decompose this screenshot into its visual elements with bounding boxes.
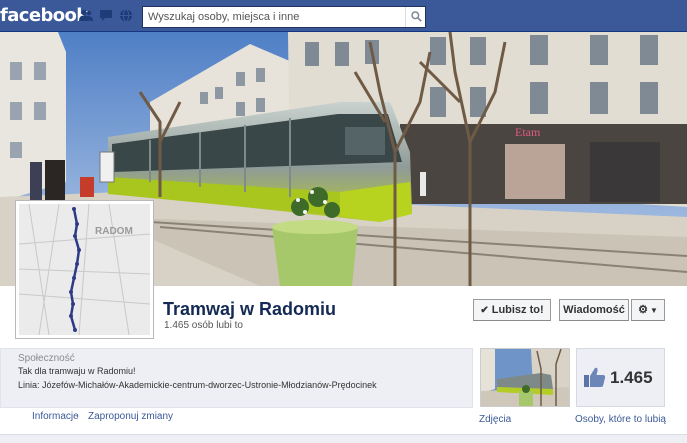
thumbs-up-icon — [584, 367, 606, 387]
messages-icon[interactable] — [99, 9, 113, 22]
search-input[interactable] — [143, 7, 403, 27]
chevron-down-icon: ▼ — [649, 306, 658, 315]
notifications-icon[interactable] — [119, 9, 133, 22]
page-title[interactable]: Tramwaj w Radomiu — [163, 299, 336, 320]
search-button[interactable] — [405, 7, 425, 27]
message-button-label: Wiadomość — [563, 304, 625, 316]
likes-total: 1.465 — [610, 368, 653, 387]
link-separator: · — [76, 411, 80, 422]
page-options-button[interactable]: ⚙ ▼ — [631, 299, 665, 321]
info-link[interactable]: Informacje — [32, 411, 79, 422]
friend-requests-icon[interactable] — [79, 9, 93, 22]
profile-picture[interactable]: RADOM — [15, 200, 154, 339]
map-title: RADOM — [95, 226, 133, 237]
likes-count[interactable]: 1.465 osób lubi to — [164, 320, 243, 331]
top-bar: facebook — [0, 0, 687, 32]
likes-label[interactable]: Osoby, które to lubią — [575, 414, 666, 425]
suggest-edits-link[interactable]: Zaproponuj zmiany — [88, 411, 173, 422]
photos-label[interactable]: Zdjęcia — [479, 414, 511, 425]
search-icon — [411, 11, 422, 22]
likes-app-box[interactable]: 1.465 — [576, 348, 665, 407]
like-button-label: Lubisz to! — [491, 304, 544, 316]
page-about: Tak dla tramwaju w Radomiu! — [18, 366, 136, 376]
search-box — [142, 6, 426, 28]
store-sign: Etam — [515, 125, 541, 139]
gear-icon: ⚙ — [638, 304, 648, 316]
like-button[interactable]: ✔ Lubisz to! — [473, 299, 551, 321]
message-button[interactable]: Wiadomość — [559, 299, 629, 321]
facebook-logo[interactable]: facebook — [0, 5, 88, 26]
page-description: Linia: Józefów-Michałów-Akademickie-cent… — [18, 380, 377, 390]
page-category: Społeczność — [18, 353, 75, 364]
photos-thumbnail[interactable] — [480, 348, 570, 407]
timeline-strip — [0, 434, 687, 443]
checkmark-icon: ✔ — [480, 305, 489, 316]
